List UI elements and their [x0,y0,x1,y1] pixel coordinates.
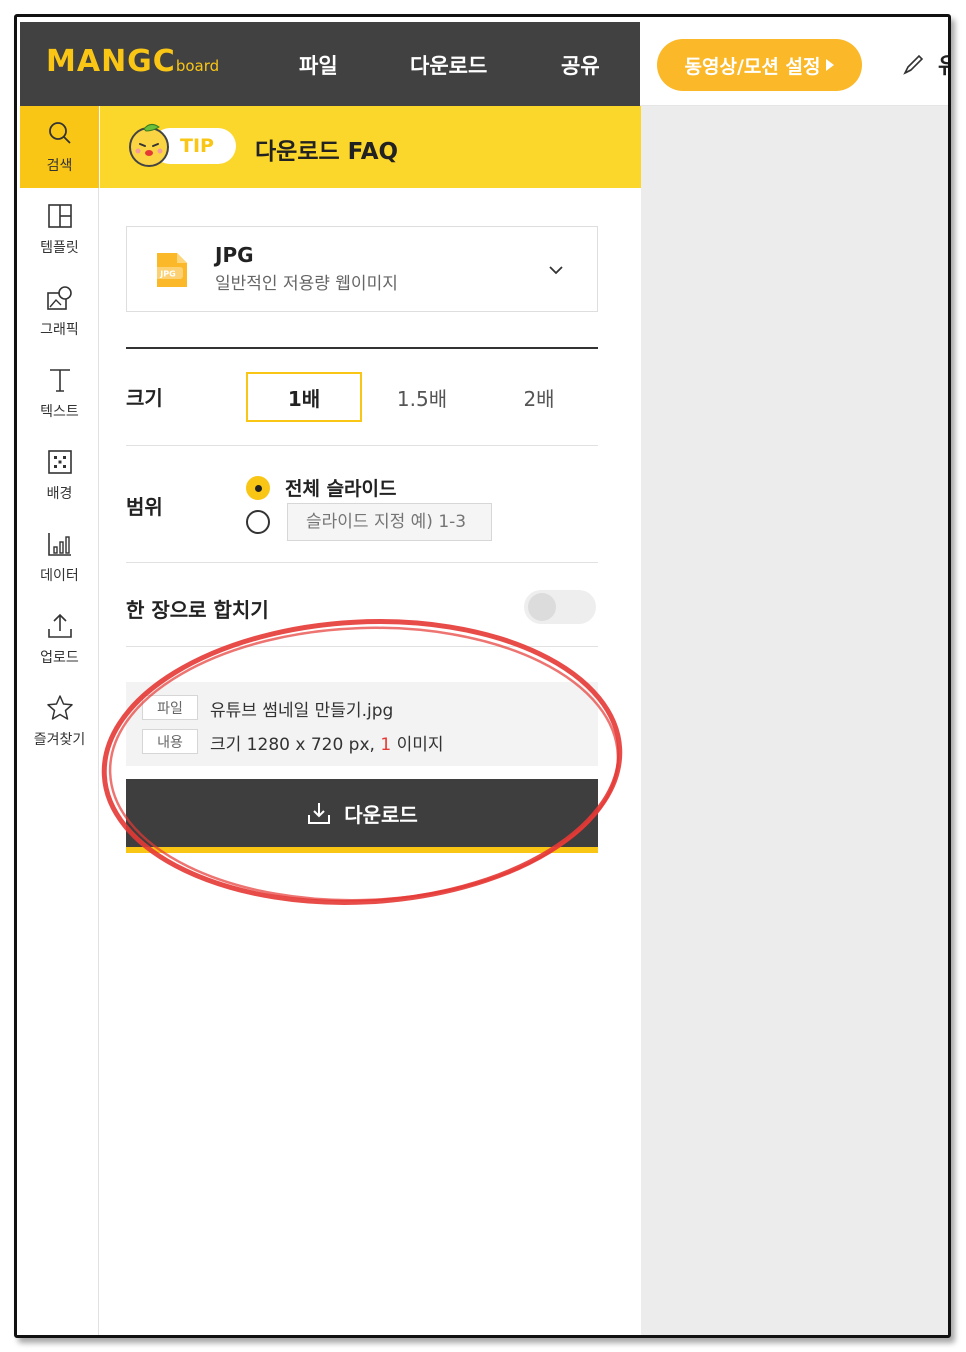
pencil-icon[interactable] [902,52,926,76]
content-tag: 내용 [142,729,198,754]
download-icon [308,803,331,824]
text-icon [49,369,70,392]
upload-icon [47,613,72,638]
screenshot-frame: MANGCboard 파일 다운로드 공유 동영상/모션 설정 유 검색 템플릿… [14,14,951,1338]
menu-download[interactable]: 다운로드 [410,50,487,80]
sidebar-item-label: 배경 [46,486,73,502]
file-name: 유튜브 썸네일 만들기.jpg [210,701,394,721]
merge-toggle[interactable] [524,590,596,624]
sidebar-item-search[interactable]: 검색 [20,106,99,188]
size-option-1-5x[interactable]: 1.5배 [364,372,480,422]
content-size: 크기 1280 x 720 px, [210,735,375,755]
jpg-icon-text: JPG [159,270,175,279]
toggle-knob [528,593,556,621]
sidebar-item-graphic[interactable]: 그래픽 [20,270,99,352]
top-right-toolbar: 동영상/모션 설정 유 [640,22,948,106]
sidebar-item-template[interactable]: 템플릿 [20,188,99,270]
sidebar-item-text[interactable]: 텍스트 [20,352,99,434]
image-count: 1 [380,735,392,755]
slide-range-input[interactable] [287,503,492,541]
size-option-2x[interactable]: 2배 [481,372,597,422]
format-select[interactable]: JPG JPG 일반적인 저용량 웹이미지 [126,226,598,312]
template-icon [47,204,72,228]
editor-canvas[interactable] [641,106,948,1335]
divider [126,347,598,349]
merge-label: 한 장으로 합치기 [126,598,269,622]
motion-settings-button[interactable]: 동영상/모션 설정 [657,39,862,91]
chart-icon [47,533,71,556]
mango-mascot-icon [129,123,169,167]
play-triangle-icon [826,59,835,71]
chevron-down-icon [549,266,563,275]
tip-title: 다운로드 FAQ [255,139,399,165]
divider [126,646,598,647]
divider [126,562,598,563]
format-description: 일반적인 저용량 웹이미지 [215,274,398,294]
sidebar-item-label: 업로드 [40,650,79,666]
sidebar-item-label: 템플릿 [40,240,79,256]
menu-file[interactable]: 파일 [299,50,338,80]
sidebar-item-background[interactable]: 배경 [20,434,99,516]
sidebar-item-upload[interactable]: 업로드 [20,598,99,680]
star-icon [46,695,73,720]
sidebar-item-favorites[interactable]: 즐겨찾기 [20,680,99,762]
jpg-file-icon: JPG [153,253,187,287]
download-button-label: 다운로드 [344,802,418,827]
radio-all-slides[interactable] [246,476,270,500]
format-name: JPG [215,243,254,267]
content-summary: 크기 1280 x 720 px, 1 이미지 [210,730,444,755]
logo[interactable]: MANGCboard [46,44,219,79]
sidebar-item-label: 즐겨찾기 [33,732,86,748]
truncated-title[interactable]: 유 [938,48,948,80]
tip-banner[interactable]: TIP 다운로드 FAQ [100,106,641,188]
sidebar-item-label: 그래픽 [40,322,79,338]
range-label: 범위 [126,495,163,519]
download-button[interactable]: 다운로드 [126,779,598,853]
all-slides-label[interactable]: 전체 슬라이드 [285,474,397,501]
divider [126,445,598,446]
sidebar: 검색 템플릿 그래픽 텍스트 배경 데이터 업로드 즐겨찾기 [20,106,99,1335]
graphic-icon [46,286,72,310]
sidebar-item-label: 텍스트 [40,404,79,420]
download-panel: TIP 다운로드 FAQ JPG JPG 일반적인 저용량 웹이미지 크기 1배… [100,106,641,1335]
search-icon [48,122,71,144]
menu-share[interactable]: 공유 [561,50,600,80]
sidebar-item-label: 검색 [46,158,73,174]
top-bar: MANGCboard 파일 다운로드 공유 [20,22,640,106]
size-label: 크기 [126,386,163,410]
sidebar-item-label: 데이터 [40,568,79,584]
radio-custom-slides[interactable] [246,510,270,534]
file-tag: 파일 [142,695,198,720]
content-unit: 이미지 [396,735,444,755]
motion-settings-label: 동영상/모션 설정 [684,55,821,78]
sidebar-item-data[interactable]: 데이터 [20,516,99,598]
size-option-1x[interactable]: 1배 [246,372,362,422]
background-icon [47,450,72,474]
download-info-box: 파일 유튜브 썸네일 만들기.jpg 내용 크기 1280 x 720 px, … [126,682,598,766]
